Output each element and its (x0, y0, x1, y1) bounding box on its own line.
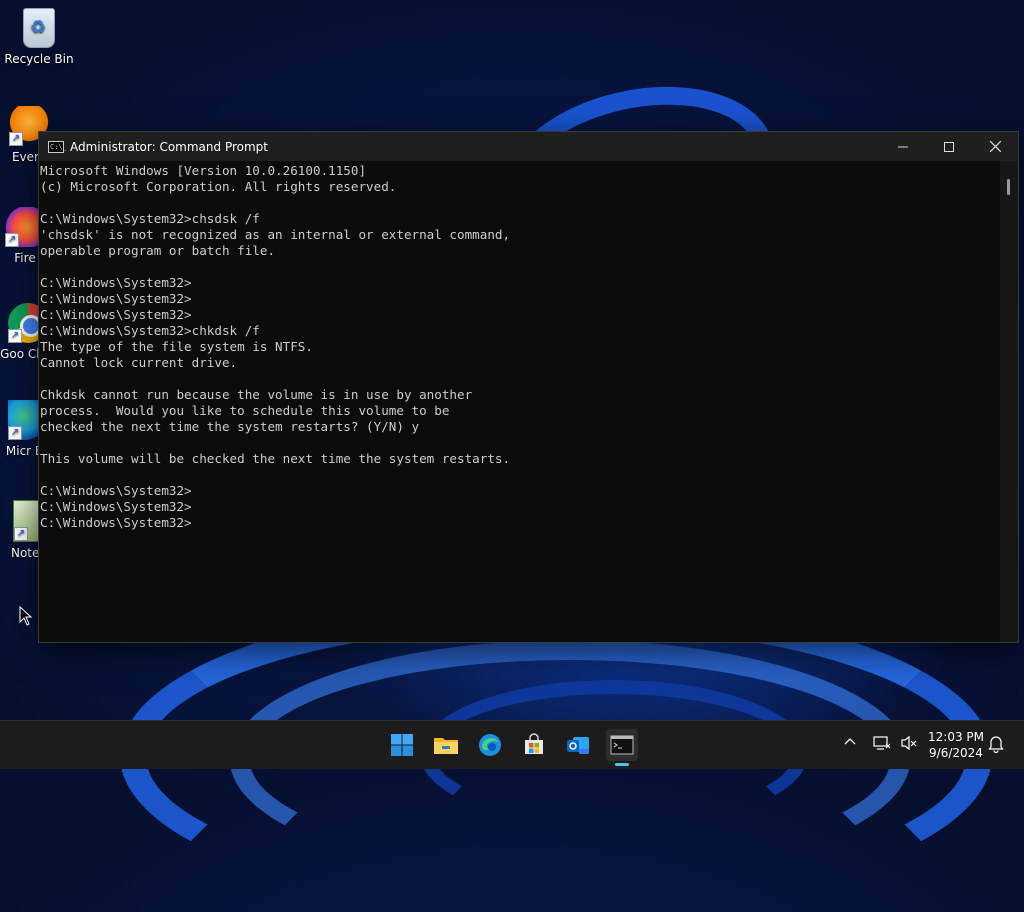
close-button[interactable] (972, 132, 1018, 161)
console-line: checked the next time the system restart… (40, 419, 420, 434)
desktop-icon-label: Recycle Bin (4, 52, 74, 66)
network-status-button[interactable] (873, 735, 891, 754)
shortcut-arrow-icon: ↗ (8, 426, 22, 440)
minimize-button[interactable] (880, 132, 926, 161)
volume-button[interactable] (900, 735, 918, 754)
shortcut-arrow-icon: ↗ (8, 329, 22, 343)
edge-icon (479, 734, 501, 756)
taskbar-store[interactable] (518, 729, 550, 761)
notifications-button[interactable] (988, 735, 1004, 756)
minimize-icon (898, 146, 908, 147)
chevron-up-icon (844, 738, 856, 745)
network-icon (873, 736, 891, 750)
clock-date: 9/6/2024 (929, 746, 983, 760)
console-line: C:\Windows\System32>chkdsk /f (40, 323, 260, 338)
console-line: C:\Windows\System32> (40, 307, 192, 322)
terminal-icon (610, 735, 634, 755)
maximize-icon (944, 141, 954, 152)
console-line: C:\Windows\System32> (40, 499, 192, 514)
scrollbar-thumb[interactable] (1007, 179, 1010, 195)
console-line: The type of the file system is NTFS. (40, 339, 313, 354)
mouse-cursor-icon (19, 606, 33, 626)
console-line: C:\Windows\System32> (40, 291, 192, 306)
shortcut-arrow-icon: ↗ (5, 233, 19, 247)
console-line: Microsoft Windows [Version 10.0.26100.11… (40, 163, 367, 178)
console-line: process. Would you like to schedule this… (40, 403, 450, 418)
console-line: Chkdsk cannot run because the volume is … (40, 387, 473, 402)
console-line: C:\Windows\System32> (40, 483, 192, 498)
console-line: C:\Windows\System32>chsdsk /f (40, 211, 260, 226)
vertical-scrollbar[interactable] (1000, 161, 1018, 642)
cmd-icon: C:\_ (48, 140, 67, 153)
start-button[interactable] (386, 729, 418, 761)
show-hidden-icons-button[interactable] (843, 735, 857, 752)
taskbar-outlook[interactable] (562, 729, 594, 761)
store-icon (525, 733, 543, 754)
taskbar-terminal[interactable] (606, 729, 638, 766)
shortcut-arrow-icon: ↗ (9, 132, 23, 146)
taskbar: 12:03 PM 9/6/2024 (0, 720, 1024, 769)
maximize-button[interactable] (926, 132, 972, 161)
console-line: C:\Windows\System32> (40, 275, 192, 290)
desktop-icon-recycle-bin[interactable]: Recycle Bin (4, 8, 74, 66)
taskbar-edge[interactable] (474, 729, 506, 761)
console-line: Cannot lock current drive. (40, 355, 238, 370)
system-clock[interactable]: 12:03 PM 9/6/2024 (924, 729, 988, 761)
clock-time: 12:03 PM (928, 730, 984, 744)
volume-muted-icon (901, 735, 917, 751)
console-line: 'chsdsk' is not recognized as an interna… (40, 227, 511, 242)
console-line: C:\Windows\System32> (40, 515, 192, 530)
window-title: Administrator: Command Prompt (70, 139, 268, 154)
windows-start-icon (391, 734, 413, 756)
outlook-icon (567, 737, 589, 754)
console-line: (c) Microsoft Corporation. All rights re… (40, 179, 397, 194)
folder-icon (434, 738, 458, 754)
title-bar[interactable]: C:\_ Administrator: Command Prompt (39, 132, 1018, 161)
console-output[interactable]: Microsoft Windows [Version 10.0.26100.11… (39, 161, 1000, 642)
shortcut-arrow-icon: ↗ (14, 527, 28, 541)
recycle-bin-icon (23, 8, 55, 48)
close-icon (989, 141, 1001, 152)
taskbar-file-explorer[interactable] (430, 729, 462, 761)
command-prompt-window[interactable]: C:\_ Administrator: Command Prompt Micro… (38, 131, 1019, 643)
bell-icon (988, 736, 1004, 754)
console-line: This volume will be checked the next tim… (40, 451, 511, 466)
console-line: operable program or batch file. (40, 243, 276, 258)
